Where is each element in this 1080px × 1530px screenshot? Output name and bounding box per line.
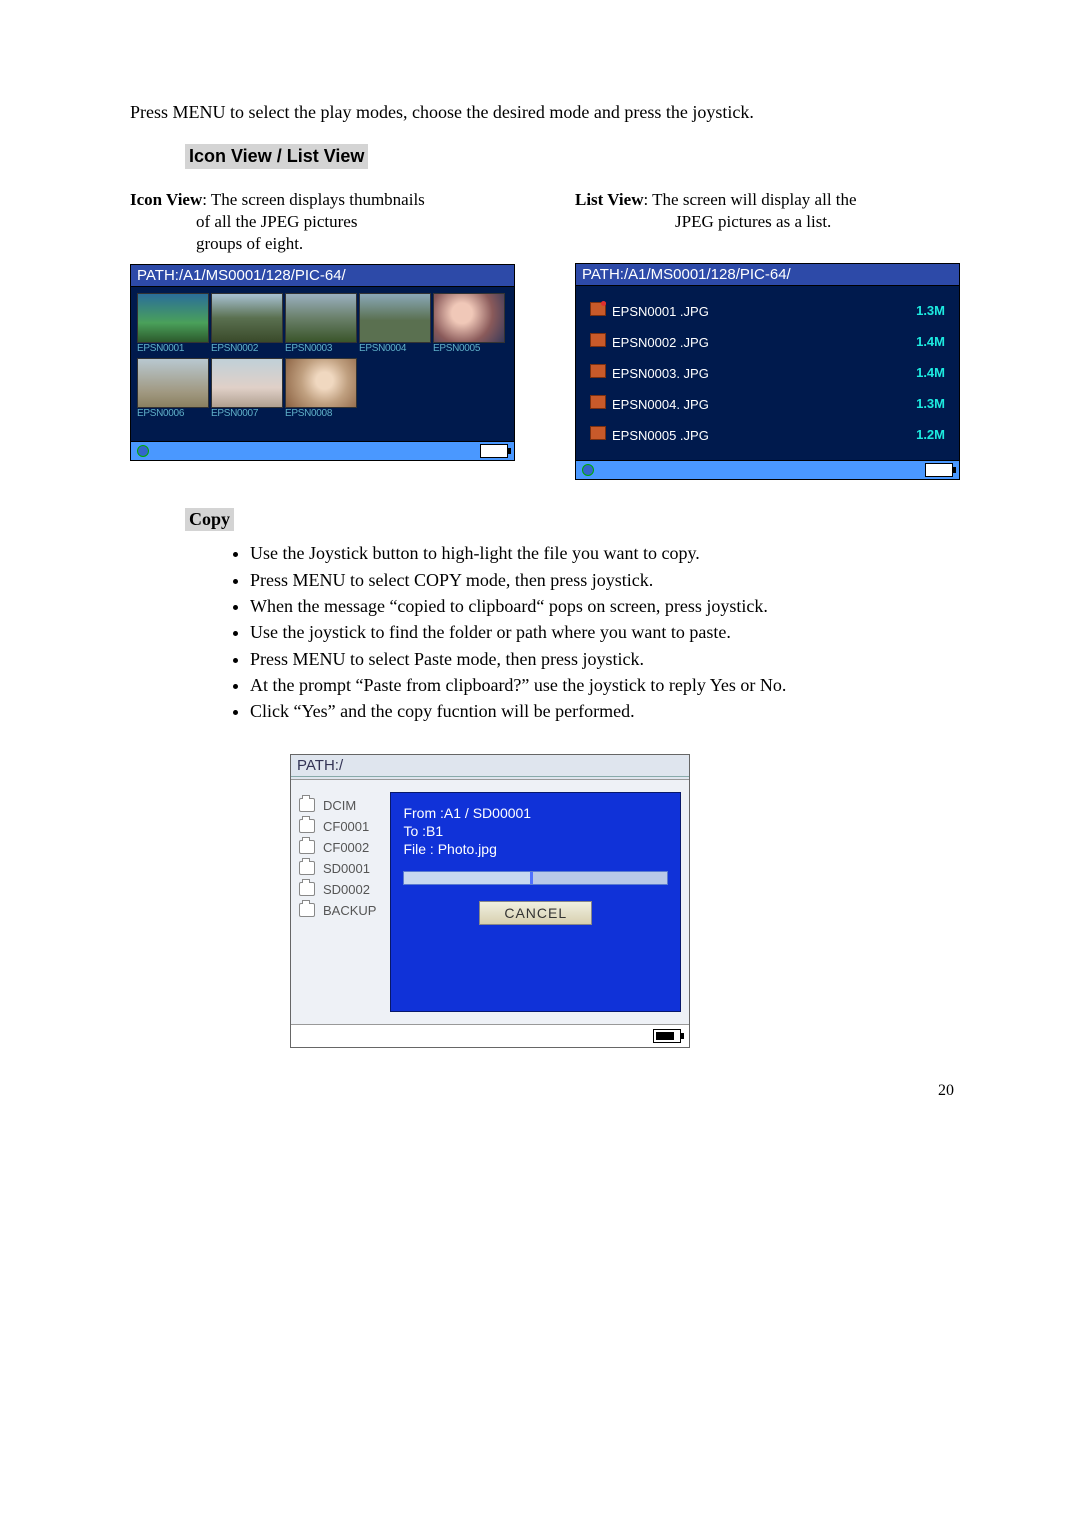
file-size: 1.3M [916, 303, 945, 318]
list-view-label: List View [575, 190, 643, 209]
file-name: EPSN0005 .JPG [612, 428, 709, 443]
folder-icon [299, 819, 315, 833]
folder-icon [299, 798, 315, 812]
folder-icon [299, 903, 315, 917]
file-icon [590, 302, 606, 316]
thumbnail-label: EPSN0005 [433, 343, 503, 354]
list-item[interactable]: EPSN0003. JPG 1.4M [584, 360, 951, 385]
folder-item[interactable]: BACKUP [299, 903, 376, 918]
folder-icon [299, 840, 315, 854]
file-name: EPSN0002 .JPG [612, 335, 709, 350]
status-bar [291, 1024, 689, 1047]
file-size: 1.2M [916, 427, 945, 442]
status-bar [131, 441, 514, 460]
folder-item[interactable]: DCIM [299, 798, 376, 813]
list-view-description: List View: The screen will display all t… [575, 189, 960, 233]
copy-steps-list: Use the Joystick button to high-light th… [230, 541, 960, 723]
folder-icon [299, 861, 315, 875]
folder-item[interactable]: CF0002 [299, 840, 376, 855]
file-name: EPSN0004. JPG [612, 397, 709, 412]
thumbnail-label: EPSN0004 [359, 343, 429, 354]
list-item[interactable]: EPSN0002 .JPG 1.4M [584, 329, 951, 354]
folder-name: CF0001 [323, 819, 369, 834]
list-item[interactable]: EPSN0004. JPG 1.3M [584, 391, 951, 416]
file-size: 1.4M [916, 334, 945, 349]
copy-from: From :A1 / SD00001 [403, 805, 668, 821]
folder-list: DCIM CF0001 CF0002 SD0001 SD0002 BACKUP [299, 792, 376, 1012]
thumbnail[interactable]: EPSN0007 [211, 358, 281, 419]
battery-icon [653, 1029, 681, 1043]
folder-name: CF0002 [323, 840, 369, 855]
section-icon-list-heading: Icon View / List View [185, 144, 368, 169]
status-bar [576, 460, 959, 479]
copy-step: At the prompt “Paste from clipboard?” us… [250, 673, 960, 697]
folder-name: DCIM [323, 798, 356, 813]
thumbnail-label: EPSN0006 [137, 408, 207, 419]
copy-dialog: From :A1 / SD00001 To :B1 File : Photo.j… [390, 792, 681, 1012]
folder-icon [299, 882, 315, 896]
list-item[interactable]: EPSN0001 .JPG 1.3M [584, 298, 951, 323]
page-number: 20 [130, 1082, 960, 1100]
intro-text: Press MENU to select the play modes, cho… [130, 100, 960, 124]
thumbnail[interactable]: EPSN0002 [211, 293, 281, 354]
folder-item[interactable]: SD0001 [299, 861, 376, 876]
thumbnail-image [285, 293, 357, 343]
file-name: EPSN0001 .JPG [612, 304, 709, 319]
copy-step: Press MENU to select COPY mode, then pre… [250, 568, 960, 592]
thumbnail[interactable]: EPSN0001 [137, 293, 207, 354]
thumbnail-label: EPSN0007 [211, 408, 281, 419]
thumbnail-label: EPSN0008 [285, 408, 355, 419]
path-bar: PATH:/ [291, 755, 689, 780]
copy-file: File : Photo.jpg [403, 841, 668, 857]
icon-view-description: Icon View: The screen displays thumbnail… [130, 189, 515, 255]
file-icon [590, 426, 606, 440]
thumbnail-image [285, 358, 357, 408]
thumbnail[interactable]: EPSN0004 [359, 293, 429, 354]
battery-icon [480, 444, 508, 458]
folder-item[interactable]: CF0001 [299, 819, 376, 834]
file-icon [590, 333, 606, 347]
copy-step: Click “Yes” and the copy fucntion will b… [250, 699, 960, 723]
copy-step: Use the Joystick button to high-light th… [250, 541, 960, 565]
thumbnail-image [137, 293, 209, 343]
status-led-icon [137, 445, 149, 457]
folder-name: SD0001 [323, 861, 370, 876]
thumbnail[interactable]: EPSN0005 [433, 293, 503, 354]
thumbnail-image [433, 293, 505, 343]
status-led-icon [582, 464, 594, 476]
cancel-button[interactable]: CANCEL [479, 901, 592, 925]
thumbnail-image [359, 293, 431, 343]
battery-icon [925, 463, 953, 477]
path-bar: PATH:/A1/MS0001/128/PIC-64/ [576, 264, 959, 286]
thumbnail[interactable]: EPSN0003 [285, 293, 355, 354]
thumbnail-label: EPSN0002 [211, 343, 281, 354]
folder-item[interactable]: SD0002 [299, 882, 376, 897]
file-icon [590, 364, 606, 378]
folder-name: SD0002 [323, 882, 370, 897]
file-size: 1.4M [916, 365, 945, 380]
thumbnail[interactable]: EPSN0006 [137, 358, 207, 419]
copy-to: To :B1 [403, 823, 668, 839]
progress-bar [403, 871, 668, 885]
folder-name: BACKUP [323, 903, 376, 918]
copy-step: Use the joystick to find the folder or p… [250, 620, 960, 644]
file-size: 1.3M [916, 396, 945, 411]
file-name: EPSN0003. JPG [612, 366, 709, 381]
list-item[interactable]: EPSN0005 .JPG 1.2M [584, 422, 951, 447]
thumbnail-image [211, 293, 283, 343]
thumbnail-label: EPSN0003 [285, 343, 355, 354]
icon-view-screenshot: PATH:/A1/MS0001/128/PIC-64/ EPSN0001 EPSN… [130, 264, 515, 461]
copy-step: When the message “copied to clipboard“ p… [250, 594, 960, 618]
copy-step: Press MENU to select Paste mode, then pr… [250, 647, 960, 671]
thumbnail-image [137, 358, 209, 408]
thumbnail-image [211, 358, 283, 408]
list-view-screenshot: PATH:/A1/MS0001/128/PIC-64/ EPSN0001 .JP… [575, 263, 960, 480]
thumbnail-label: EPSN0001 [137, 343, 207, 354]
section-copy-heading: Copy [185, 508, 234, 531]
file-icon [590, 395, 606, 409]
icon-view-label: Icon View [130, 190, 202, 209]
path-bar: PATH:/A1/MS0001/128/PIC-64/ [131, 265, 514, 287]
thumbnail[interactable]: EPSN0008 [285, 358, 355, 419]
copy-screenshot: PATH:/ DCIM CF0001 CF0002 SD0001 SD0002 BACKU… [290, 754, 690, 1048]
